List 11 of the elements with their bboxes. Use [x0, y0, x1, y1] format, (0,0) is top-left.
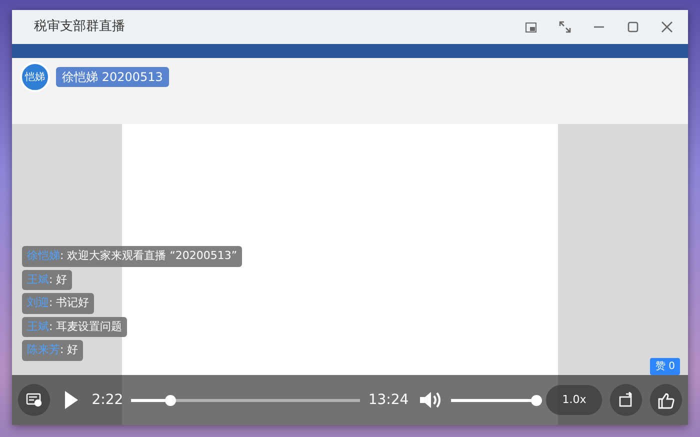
duration-time: 13:24	[368, 390, 409, 410]
chat-message: 陈来芳: 好	[22, 340, 84, 360]
window-title: 税审支部群直播	[34, 18, 125, 36]
elapsed-time: 2:22	[92, 390, 124, 410]
like-count: 赞 0	[650, 358, 680, 375]
chat-message: 刘迎: 书记好	[22, 293, 94, 314]
speed-button[interactable]: 1.0x	[546, 385, 602, 415]
chat-message: 王斌: 好	[22, 270, 72, 290]
host-name: 徐恺娣 20200513	[56, 67, 169, 87]
chat-message: 王斌: 耳麦设置问题	[22, 316, 128, 337]
chat-message: 徐恺娣: 欢迎大家来观看直播 “20200513”	[22, 246, 242, 266]
